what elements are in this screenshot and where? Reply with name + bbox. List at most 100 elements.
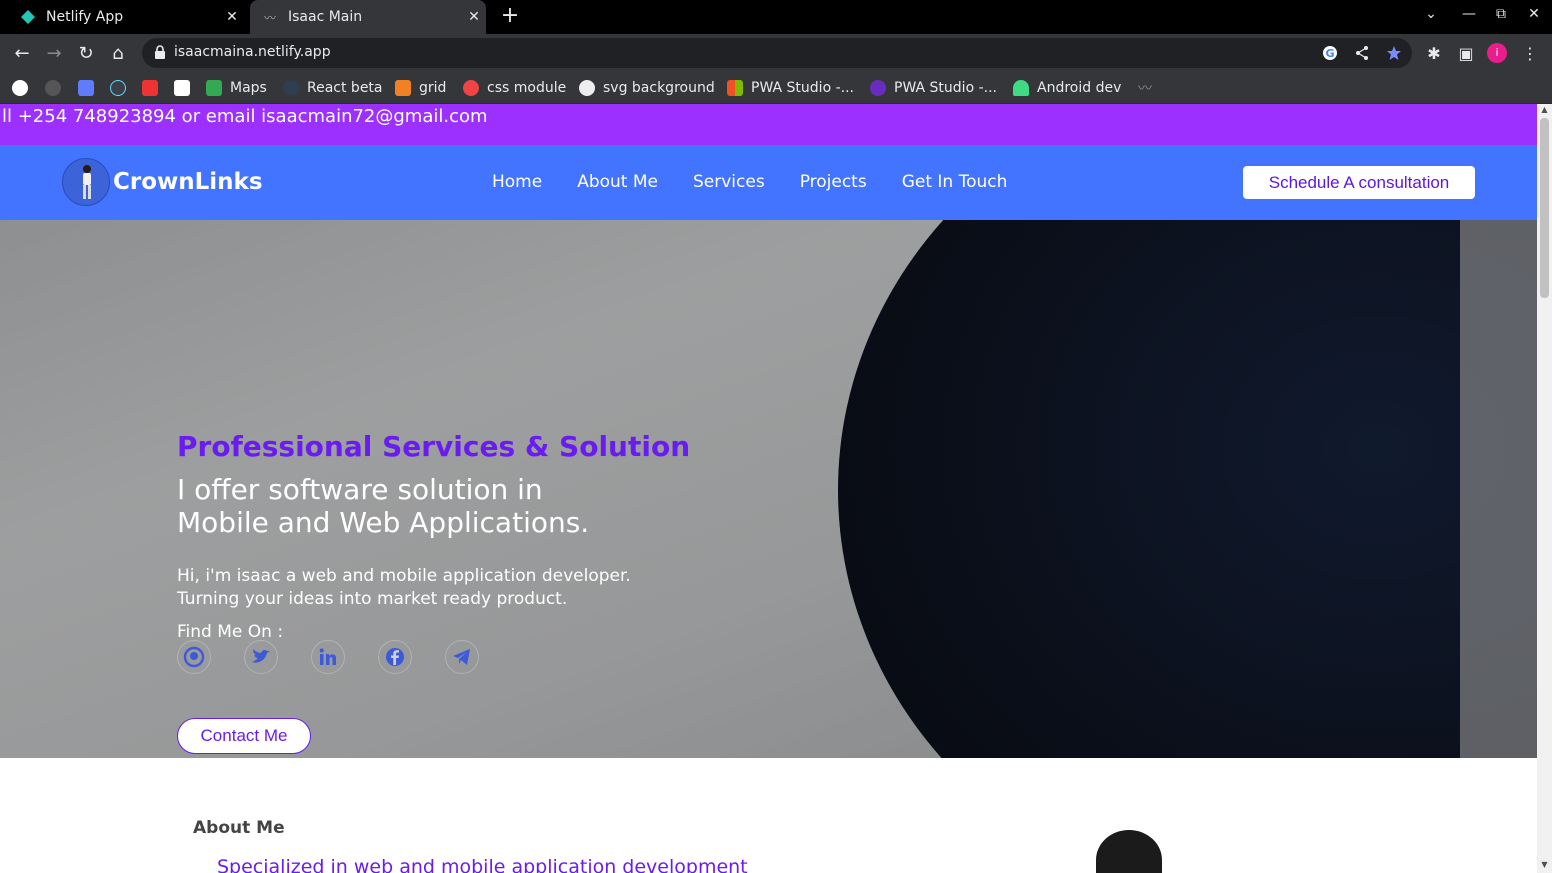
share-icon[interactable] [1354, 45, 1370, 61]
tab-isaac-main[interactable]: 〰 Isaac Main ✕ [250, 0, 486, 34]
bookmark-svg-background[interactable]: svg background [579, 78, 715, 98]
brand-logo[interactable] [62, 158, 110, 206]
github-link[interactable] [177, 640, 211, 674]
amazon-icon [174, 80, 190, 96]
react-icon [283, 80, 299, 96]
tab-netlify-app[interactable]: Netlify App ✕ [8, 0, 244, 34]
nav-about-me[interactable]: About Me [577, 172, 658, 192]
telegram-link[interactable] [445, 640, 479, 674]
about-tagline: Specialized in web and mobile applicatio… [217, 856, 748, 873]
back-icon[interactable]: ← [9, 40, 35, 66]
close-tab-icon[interactable]: ✕ [220, 9, 244, 25]
bookmark-google[interactable] [12, 78, 36, 98]
hero-title-line: I offer software solution in [177, 473, 543, 506]
bookmark-grid[interactable]: grid [395, 78, 446, 98]
reload-icon[interactable]: ↻ [73, 40, 99, 66]
android-icon [1013, 80, 1029, 96]
pwa-icon [870, 80, 886, 96]
signature-icon: 〰 [263, 10, 276, 25]
site-navbar: CrownLinks Home About Me Services Projec… [0, 145, 1537, 220]
bookmark-flag[interactable] [78, 78, 102, 98]
bookmark-dots[interactable] [142, 78, 166, 98]
home-icon[interactable]: ⌂ [105, 40, 131, 66]
bookmark-label: svg background [603, 80, 715, 96]
brand-name[interactable]: CrownLinks [113, 169, 263, 195]
scroll-down-icon[interactable]: ▼ [1540, 861, 1549, 869]
scrollbar-thumb[interactable] [1540, 118, 1549, 298]
bookmark-label: PWA Studio -... [751, 80, 854, 96]
address-bar[interactable]: isaacmaina.netlify.app G [142, 38, 1412, 68]
nav-home[interactable]: Home [492, 172, 542, 192]
telegram-icon [453, 649, 470, 665]
facebook-link[interactable] [378, 640, 412, 674]
bookmark-signature[interactable]: 〰 [1138, 78, 1152, 98]
bookmark-maps[interactable]: Maps [206, 78, 267, 98]
linkedin-icon [319, 648, 336, 665]
tab-search-icon[interactable]: ⌄ [1419, 6, 1443, 22]
hero-eyebrow: Professional Services & Solution [177, 430, 691, 463]
facebook-icon [386, 648, 404, 666]
schedule-consultation-button[interactable]: Schedule A consultation [1243, 166, 1475, 199]
bookmark-pwa-studio-1[interactable]: PWA Studio -... [727, 78, 854, 98]
bookmark-label: grid [419, 80, 447, 96]
nav-services[interactable]: Services [693, 172, 765, 192]
bookmark-pwa-studio-2[interactable]: PWA Studio -... [870, 78, 997, 98]
microsoft-icon [727, 80, 743, 96]
svg-icon [579, 80, 595, 96]
browser-toolbar: ← → ↻ ⌂ isaacmaina.netlify.app G ✱ ▣ i ⋮ [0, 34, 1552, 72]
bookmark-label: Maps [230, 80, 267, 96]
hero-title-line: Mobile and Web Applications. [177, 506, 590, 539]
menu-icon[interactable]: ⋮ [1520, 44, 1540, 63]
minimize-icon[interactable]: — [1457, 6, 1481, 22]
twitter-link[interactable] [244, 640, 278, 674]
side-panel-icon[interactable]: ▣ [1456, 44, 1476, 63]
bookmark-label: css module [487, 80, 567, 96]
hero-subtitle-line: Turning your ideas into market ready pro… [177, 589, 568, 609]
bookmark-label: React beta [307, 80, 383, 96]
new-tab-button[interactable]: + [498, 4, 522, 28]
bookmark-star-icon[interactable] [1386, 45, 1402, 61]
person-icon [83, 165, 91, 199]
close-tab-icon[interactable]: ✕ [462, 9, 486, 25]
bookmarks-bar: Maps React beta grid css module svg back… [0, 72, 1552, 104]
css-icon [463, 80, 479, 96]
netlify-icon [20, 9, 36, 25]
lock-icon [155, 45, 165, 59]
nav-get-in-touch[interactable]: Get In Touch [902, 172, 1008, 192]
url-text: isaacmaina.netlify.app [174, 44, 331, 60]
bookmark-android-dev[interactable]: Android dev [1013, 78, 1121, 98]
hero-subtitle-line: Hi, i'm isaac a web and mobile applicati… [177, 566, 631, 586]
contact-me-button[interactable]: Contact Me [177, 718, 311, 754]
forward-icon[interactable]: → [41, 40, 67, 66]
flag-icon [78, 80, 94, 96]
scroll-up-icon[interactable]: ▲ [1540, 106, 1549, 114]
linkedin-link[interactable] [311, 640, 345, 674]
browser-tab-strip: Netlify App ✕ 〰 Isaac Main ✕ + ⌄ — ⧉ ✕ [0, 0, 1552, 34]
page-scrollbar[interactable]: ▲ ▼ [1537, 104, 1552, 873]
bookmark-react[interactable] [110, 78, 134, 98]
nav-projects[interactable]: Projects [800, 172, 867, 192]
extensions-icon[interactable]: ✱ [1424, 44, 1444, 63]
bookmark-github[interactable] [45, 78, 69, 98]
google-lens-icon[interactable]: G [1322, 45, 1338, 61]
github-icon [45, 80, 61, 96]
social-links [177, 640, 479, 674]
close-window-icon[interactable]: ✕ [1522, 6, 1546, 22]
find-me-label: Find Me On : [177, 622, 284, 642]
about-avatar [1096, 830, 1162, 873]
hero-title: I offer software solution in Mobile and … [177, 473, 589, 539]
about-heading: About Me [193, 818, 285, 838]
hero-circle-image [838, 220, 1537, 758]
profile-avatar[interactable]: i [1487, 43, 1507, 63]
bookmark-react-beta[interactable]: React beta [283, 78, 383, 98]
dots-icon [142, 80, 158, 96]
restore-icon[interactable]: ⧉ [1489, 6, 1513, 22]
github-icon [183, 646, 205, 668]
bookmark-css-module[interactable]: css module [463, 78, 566, 98]
bookmark-amazon[interactable] [174, 78, 198, 98]
contact-topbar: ll +254 748923894 or email isaacmain72@g… [0, 104, 1537, 145]
maps-icon [206, 80, 222, 96]
react-icon [110, 80, 126, 96]
signature-icon: 〰 [1138, 81, 1152, 97]
main-nav: Home About Me Services Projects Get In T… [492, 172, 1007, 192]
